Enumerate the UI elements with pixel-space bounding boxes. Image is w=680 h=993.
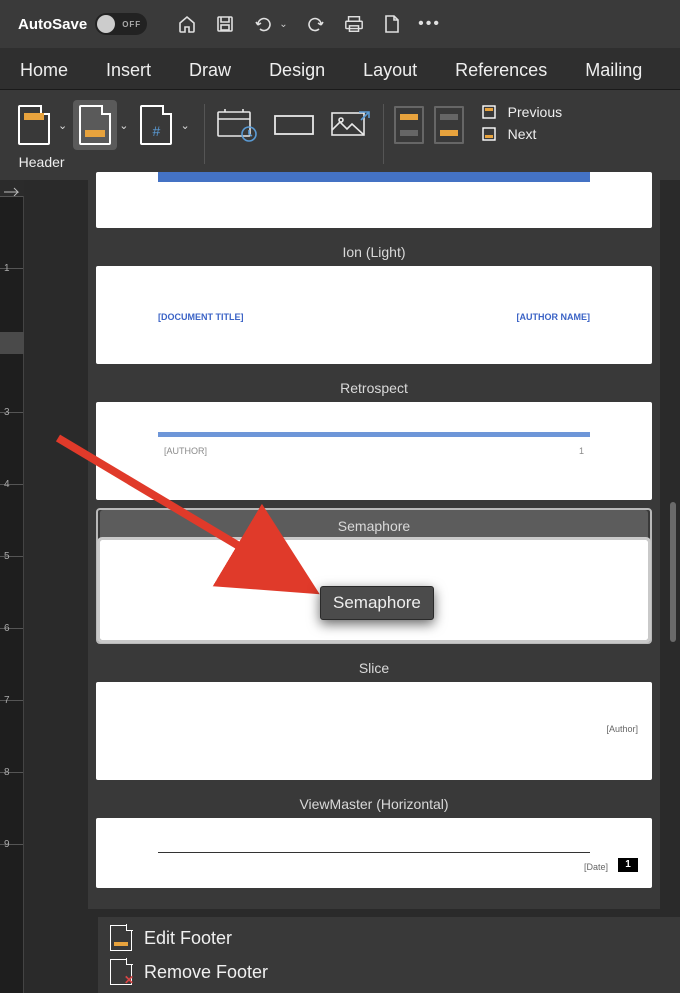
tab-insert[interactable]: Insert [102,52,155,89]
tab-layout[interactable]: Layout [359,52,421,89]
home-icon[interactable] [177,14,197,34]
print-icon[interactable] [344,14,364,34]
page-number-button[interactable]: # [134,100,178,150]
preset-semaphore[interactable]: Semaphore [96,508,652,644]
ribbon-tabs: Home Insert Draw Design Layout Reference… [0,48,680,90]
preset-title: Ion (Light) [96,236,652,266]
preset-ion-light[interactable]: Ion (Light) [DOCUMENT TITLE] [AUTHOR NAM… [96,236,652,364]
text-box-icon[interactable] [273,111,315,139]
ribbon-separator [204,104,205,166]
remove-footer-item[interactable]: ✕ Remove Footer [110,959,668,985]
previous-button[interactable]: Previous [482,104,562,120]
undo-icon[interactable] [253,14,273,34]
toggle-knob [97,15,115,33]
preset-title: Retrospect [96,372,652,402]
nav-box-a[interactable] [394,106,424,144]
vertical-ruler: 1 2 3 4 5 6 7 8 9 [0,196,24,993]
header-label: Header [19,154,65,170]
footer-button[interactable] [73,100,117,150]
footer-gallery-panel: Ion (Light) [DOCUMENT TITLE] [AUTHOR NAM… [88,164,660,909]
nav-box-b[interactable] [434,106,464,144]
tab-design[interactable]: Design [265,52,329,89]
edit-footer-icon [110,925,132,951]
ruler-margin-marker [0,332,24,354]
preset-partial[interactable] [96,172,652,228]
footer-chevron-icon[interactable]: ⌄ [119,119,128,132]
preset-title: ViewMaster (Horizontal) [96,788,652,818]
ribbon-separator-2 [383,104,384,166]
remove-footer-icon: ✕ [110,959,132,985]
next-button[interactable]: Next [482,126,562,142]
preset-viewmaster[interactable]: ViewMaster (Horizontal) [Date] 1 [96,788,652,888]
tab-home[interactable]: Home [16,52,72,89]
online-pictures-icon[interactable] [329,108,373,142]
redo-icon[interactable] [306,14,326,34]
tab-references[interactable]: References [451,52,551,89]
preset-title: Slice [96,652,652,682]
title-icons: ⌄ ••• [177,14,439,34]
save-icon[interactable] [215,14,235,34]
tab-mailings[interactable]: Mailing [581,52,646,89]
gallery-scrollbar[interactable] [670,502,676,642]
ribbon-nav-links: Previous Next [482,100,562,142]
autosave-label: AutoSave [18,16,87,33]
edit-footer-item[interactable]: Edit Footer [110,925,668,951]
page-number-chevron-icon[interactable]: ⌄ [180,119,189,132]
document-icon[interactable] [382,14,402,34]
header-chevron-icon[interactable]: ⌄ [58,119,67,132]
autosave-toggle[interactable]: OFF [95,13,147,35]
footer-actions: Edit Footer ✕ Remove Footer [98,917,680,993]
date-time-icon[interactable] [215,108,259,142]
preset-title: Semaphore [100,510,648,540]
autosave-group: AutoSave OFF [18,13,147,35]
title-bar: AutoSave OFF ⌄ ••• [0,0,680,48]
toggle-off-label: OFF [122,20,141,29]
ruler-corner [0,180,24,196]
undo-chevron-icon[interactable]: ⌄ [279,19,287,30]
ribbon-misc-group [215,100,373,142]
header-button[interactable] [12,100,56,150]
tab-draw[interactable]: Draw [185,52,235,89]
header-group: ⌄ Header [12,100,71,170]
preset-slice[interactable]: Slice [Author] [96,652,652,780]
preset-retrospect[interactable]: Retrospect [AUTHOR] 1 [96,372,652,500]
more-icon[interactable]: ••• [420,14,440,34]
